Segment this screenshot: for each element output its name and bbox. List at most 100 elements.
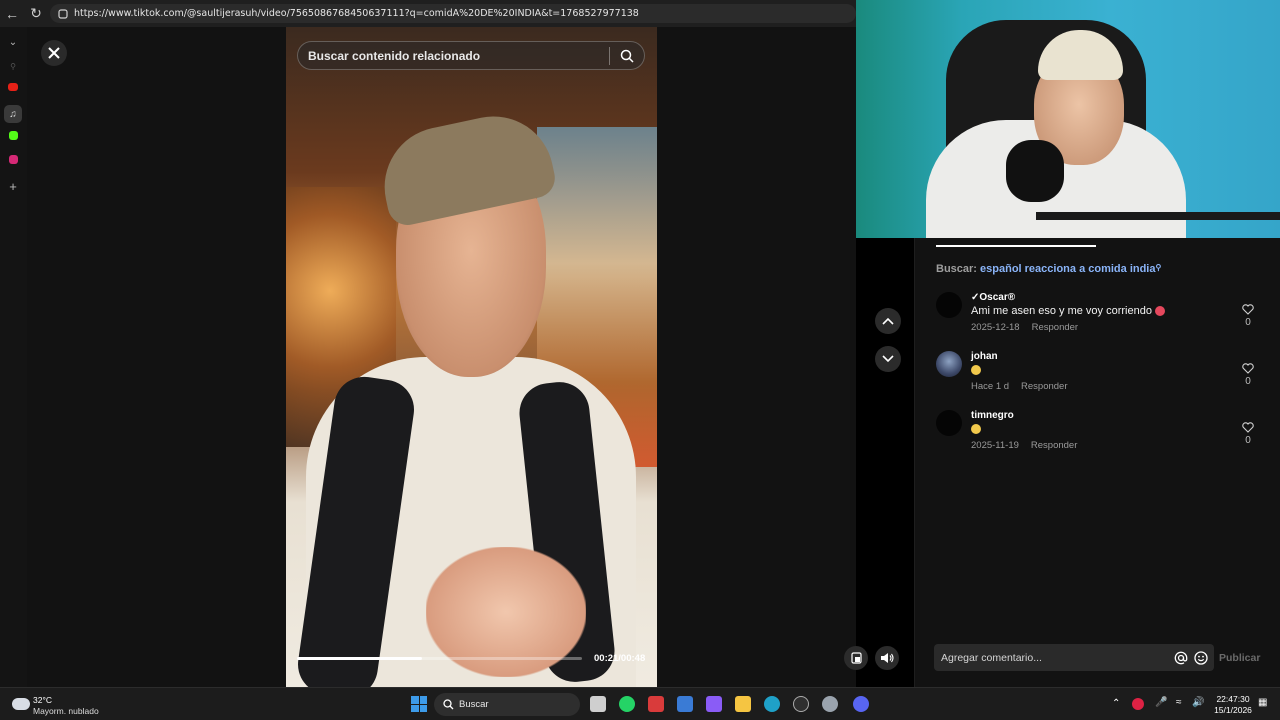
- avatar[interactable]: [936, 351, 962, 377]
- avatar[interactable]: [936, 292, 962, 318]
- kick-icon[interactable]: [9, 131, 18, 140]
- comment-meta: 2025-11-19 Responder: [971, 440, 1077, 451]
- speaker-icon[interactable]: ♫: [4, 105, 22, 123]
- browser-sidebar: ⌄ ⚲ ♫ +: [0, 27, 27, 687]
- reply-button[interactable]: Responder: [1032, 322, 1078, 333]
- volume-icon: [881, 653, 894, 663]
- related-search-suggestion[interactable]: Buscar: español reacciona a comida india…: [936, 263, 1161, 275]
- store-icon[interactable]: [677, 696, 693, 712]
- comment-meta: Hace 1 d Responder: [971, 381, 1068, 392]
- reply-button[interactable]: Responder: [1021, 381, 1067, 392]
- site-info-icon[interactable]: [58, 8, 68, 19]
- emoji-icon: [971, 424, 981, 435]
- comment-text-content: Ami me asen eso y me voy corriendo: [971, 305, 1152, 317]
- comment-input-bar: [934, 644, 1214, 671]
- notification-icon[interactable]: ▦: [1258, 697, 1267, 708]
- video-progress-bar[interactable]: [297, 657, 582, 660]
- search-icon: [443, 699, 454, 710]
- search-input[interactable]: [298, 48, 609, 63]
- windows-taskbar: 32°C Mayorm. nublado Buscar ⌃ 🎤 ≈ 🔊 22:4…: [0, 687, 1280, 720]
- related-search-bar: [297, 41, 645, 70]
- taskbar-search-label: Buscar: [459, 699, 489, 710]
- emoji-icon: [1155, 306, 1166, 317]
- chevron-down-icon: [882, 355, 894, 363]
- instagram-icon[interactable]: [9, 155, 18, 164]
- search-mini-icon: ⚲: [1155, 263, 1162, 272]
- url-text: https://www.tiktok.com/@saultijerasuh/vi…: [74, 8, 639, 19]
- settings-icon[interactable]: [822, 696, 838, 712]
- comment-text: Ami me asen eso y me voy corriendo: [971, 305, 1166, 317]
- task-view-icon[interactable]: [590, 696, 606, 712]
- video-time: 00:21/00:48: [594, 653, 646, 664]
- weather-temperature[interactable]: 32°C: [33, 695, 52, 705]
- comment-text: [971, 364, 981, 376]
- weather-condition[interactable]: Mayorm. nublado: [33, 706, 99, 716]
- comment-username[interactable]: ✓Oscar®: [971, 292, 1015, 303]
- previous-video-button[interactable]: [875, 308, 901, 334]
- publish-button[interactable]: Publicar: [1219, 652, 1260, 664]
- youtube-icon[interactable]: [8, 83, 18, 91]
- search-icon[interactable]: ⚲: [6, 59, 20, 73]
- video-player[interactable]: [286, 27, 657, 687]
- copilot-icon[interactable]: [706, 696, 722, 712]
- heart-icon: [1242, 304, 1254, 315]
- like-count: 0: [1245, 317, 1251, 328]
- comment-date: 2025-12-18: [971, 322, 1020, 333]
- chevron-up-icon: [882, 317, 894, 325]
- like-count: 0: [1245, 376, 1251, 387]
- buscar-label: Buscar:: [936, 263, 977, 275]
- speaker-icon[interactable]: 🔊: [1192, 697, 1204, 708]
- windows-start-icon[interactable]: [411, 696, 427, 712]
- close-button[interactable]: [41, 40, 67, 66]
- comment-item: ✓Oscar® Ami me asen eso y me voy corrien…: [936, 292, 1266, 336]
- search-icon: [620, 49, 634, 63]
- search-button[interactable]: [610, 41, 644, 70]
- emoji-icon: [971, 365, 981, 376]
- edge-icon[interactable]: [764, 696, 780, 712]
- add-icon[interactable]: +: [6, 179, 20, 194]
- back-arrow-icon[interactable]: ←: [0, 0, 24, 27]
- reload-icon[interactable]: ↻: [24, 0, 48, 27]
- like-count: 0: [1245, 435, 1251, 446]
- microphone: [1006, 140, 1064, 202]
- comment-text: [971, 423, 981, 435]
- chevron-up-icon[interactable]: ⌃: [1112, 698, 1120, 709]
- comment-username[interactable]: johan: [971, 351, 998, 362]
- microphone-icon[interactable]: 🎤: [1155, 697, 1167, 708]
- close-icon: [48, 47, 60, 59]
- heart-icon: [1242, 363, 1254, 374]
- file-explorer-icon[interactable]: [735, 696, 751, 712]
- clock-time[interactable]: 22:47:30: [1214, 694, 1252, 704]
- floating-player-button[interactable]: [844, 646, 868, 670]
- comment-username[interactable]: timnegro: [971, 410, 1014, 421]
- app-icon[interactable]: [648, 696, 664, 712]
- mic-arm: [1036, 212, 1280, 220]
- tray-app-icon[interactable]: [1132, 698, 1144, 710]
- reply-button[interactable]: Responder: [1031, 440, 1077, 451]
- taskbar-search[interactable]: Buscar: [434, 693, 580, 716]
- chevron-down-icon[interactable]: ⌄: [6, 35, 20, 49]
- comment-date: 2025-11-19: [971, 440, 1019, 451]
- comment-item: johan Hace 1 d Responder 0: [936, 351, 1266, 395]
- floating-player-icon: [850, 652, 862, 664]
- chatgpt-icon[interactable]: [793, 696, 809, 712]
- heart-icon: [1242, 422, 1254, 433]
- comment-date: Hace 1 d: [971, 381, 1010, 392]
- buscar-query-link[interactable]: español reacciona a comida india: [980, 263, 1155, 275]
- emoji-picker-icon[interactable]: [1194, 650, 1208, 665]
- video-progress-fill: [297, 657, 423, 660]
- comment-input[interactable]: [934, 651, 1174, 664]
- wifi-icon[interactable]: ≈: [1176, 697, 1182, 708]
- webcam-overlay: [856, 0, 1280, 238]
- address-bar[interactable]: https://www.tiktok.com/@saultijerasuh/vi…: [50, 4, 856, 23]
- clock-date[interactable]: 15/1/2026: [1212, 705, 1254, 715]
- next-video-button[interactable]: [875, 346, 901, 372]
- whatsapp-icon[interactable]: [619, 696, 635, 712]
- volume-button[interactable]: [875, 646, 899, 670]
- comment-meta: 2025-12-18 Responder: [971, 322, 1078, 333]
- comment-item: timnegro 2025-11-19 Responder 0: [936, 410, 1266, 454]
- cloud-icon[interactable]: [12, 698, 30, 710]
- avatar[interactable]: [936, 410, 962, 436]
- mention-icon[interactable]: [1174, 651, 1188, 665]
- discord-icon[interactable]: [853, 696, 869, 712]
